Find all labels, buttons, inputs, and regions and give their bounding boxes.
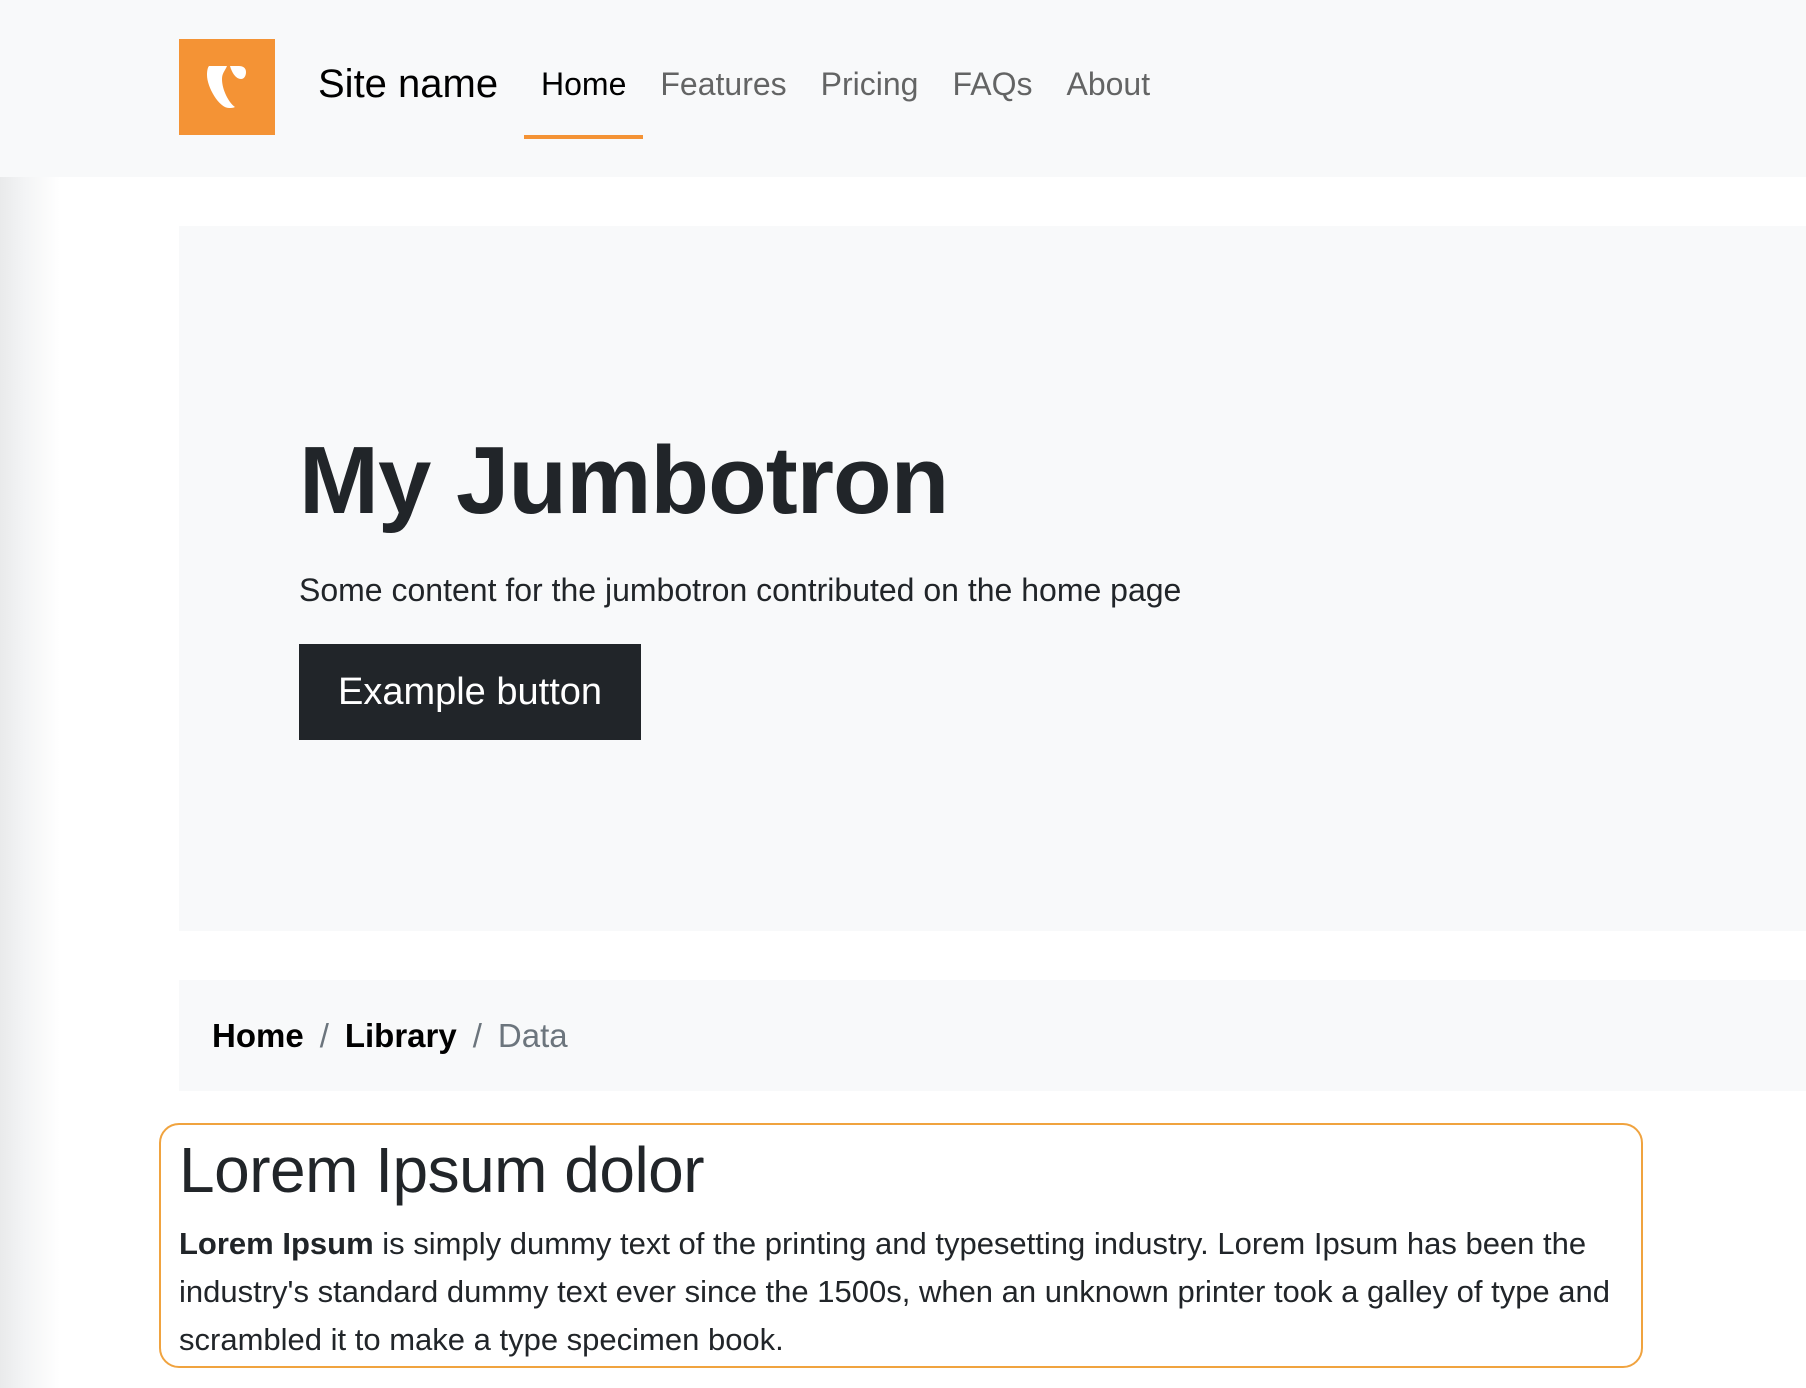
breadcrumb-library[interactable]: Library bbox=[345, 1017, 457, 1055]
breadcrumb-separator: / bbox=[472, 1016, 482, 1054]
breadcrumb-current: Data bbox=[497, 1016, 568, 1054]
typo3-logo-icon bbox=[207, 66, 246, 108]
jumbotron-text: Some content for the jumbotron contribut… bbox=[299, 572, 1182, 608]
content-paragraph: Lorem Ipsum is simply dummy text of the … bbox=[179, 1220, 1629, 1364]
breadcrumb-separator: / bbox=[319, 1016, 329, 1054]
content-section: Lorem Ipsum dolor Lorem Ipsum is simply … bbox=[159, 1123, 1643, 1368]
nav-pricing[interactable]: Pricing bbox=[804, 58, 936, 128]
breadcrumb-home[interactable]: Home bbox=[212, 1017, 304, 1055]
site-logo[interactable] bbox=[179, 39, 275, 135]
site-name[interactable]: Site name bbox=[318, 58, 498, 110]
content-bold-lead: Lorem Ipsum bbox=[179, 1226, 374, 1261]
main-nav: Home Features Pricing FAQs About bbox=[524, 58, 1167, 139]
nav-features[interactable]: Features bbox=[643, 58, 803, 128]
content-paragraph-text: is simply dummy text of the printing and… bbox=[179, 1226, 1611, 1357]
content-title: Lorem Ipsum dolor bbox=[179, 1134, 705, 1206]
example-button[interactable]: Example button bbox=[299, 644, 641, 740]
jumbotron: My Jumbotron Some content for the jumbot… bbox=[179, 226, 1806, 931]
breadcrumb: Home / Library / Data bbox=[179, 980, 1806, 1091]
nav-faqs[interactable]: FAQs bbox=[935, 58, 1049, 128]
nav-home[interactable]: Home bbox=[524, 58, 644, 139]
nav-about[interactable]: About bbox=[1049, 58, 1167, 128]
jumbotron-title: My Jumbotron bbox=[299, 427, 949, 534]
page-edge-shadow bbox=[0, 0, 60, 1388]
site-header: Site name Home Features Pricing FAQs Abo… bbox=[0, 0, 1806, 177]
